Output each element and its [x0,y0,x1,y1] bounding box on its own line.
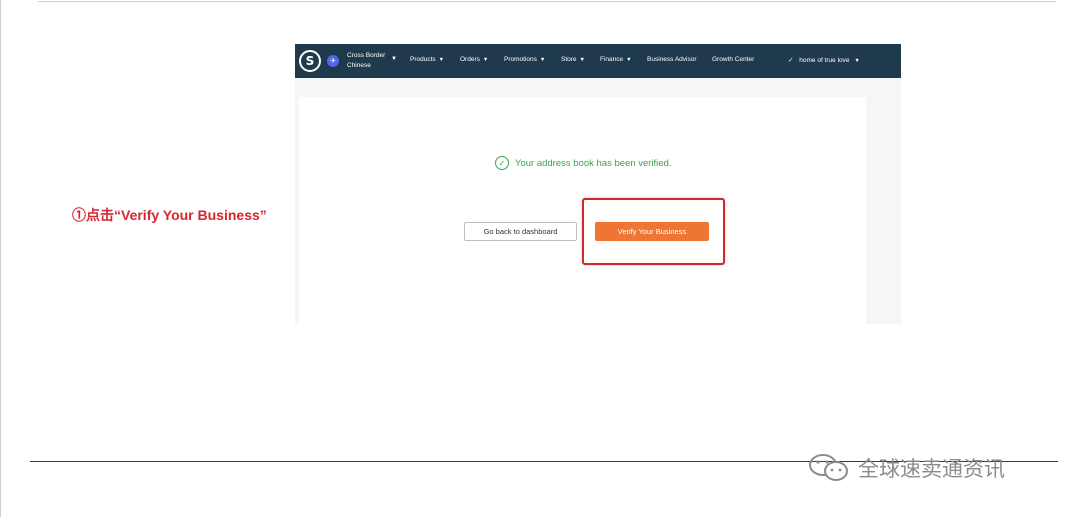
check-circle-icon: ✓ [495,156,509,170]
caret-down-icon: ▼ [482,57,489,63]
store-name-line2: Chinese [347,62,371,69]
user-menu[interactable]: ✓ home of true love ▼ [788,56,860,64]
slide-top-divider [38,1,1056,2]
nav-item-growth-center[interactable]: Growth Center [712,56,754,63]
nav-item-label: Promotions [504,56,537,63]
slide-left-border [0,0,1,517]
store-switcher[interactable]: Cross Border Chinese [347,51,393,71]
nav-item-label: Finance [600,56,624,63]
top-navbar: S ✈ Cross Border Chinese ▼ Products ▼ Ord… [295,44,901,78]
user-label: home of true love [799,57,850,64]
app-logo-icon[interactable]: S [299,50,321,72]
check-icon: ✓ [788,57,794,64]
seller-center-screenshot: S ✈ Cross Border Chinese ▼ Products ▼ Ord… [295,44,901,324]
nav-item-business-advisor[interactable]: Business Advisor [647,56,697,63]
nav-item-products[interactable]: Products ▼ [410,56,444,63]
nav-item-label: Orders [460,56,480,63]
caret-down-icon[interactable]: ▼ [391,56,397,62]
nav-item-promotions[interactable]: Promotions ▼ [504,56,545,63]
verified-message: Your address book has been verified. [515,157,672,169]
highlight-box [582,198,725,265]
caret-down-icon: ▼ [438,57,445,63]
caret-down-icon: ▼ [626,57,632,63]
watermark-text: 全球速卖通资讯 [858,457,1005,481]
step-annotation: ①点击“Verify Your Business” [72,207,267,223]
nav-item-label: Store [561,56,577,63]
go-back-to-dashboard-button[interactable]: Go back to dashboard [464,222,577,241]
caret-down-icon: ▼ [579,57,585,63]
store-avatar-icon: ✈ [327,55,339,67]
nav-item-store[interactable]: Store ▼ [561,56,585,63]
nav-item-label: Growth Center [712,56,755,63]
nav-item-label: Business Advisor [647,56,697,63]
nav-item-finance[interactable]: Finance ▼ [600,56,632,63]
store-name-line1: Cross Border [347,52,386,59]
caret-down-icon: ▼ [539,57,546,63]
wechat-icon [809,454,848,481]
nav-item-orders[interactable]: Orders ▼ [460,56,488,63]
nav-item-label: Products [410,56,436,63]
watermark: 全球速卖通资讯 [808,452,1005,484]
verified-message-row: ✓ Your address book has been verified. [495,156,672,170]
caret-down-icon: ▼ [854,58,860,64]
